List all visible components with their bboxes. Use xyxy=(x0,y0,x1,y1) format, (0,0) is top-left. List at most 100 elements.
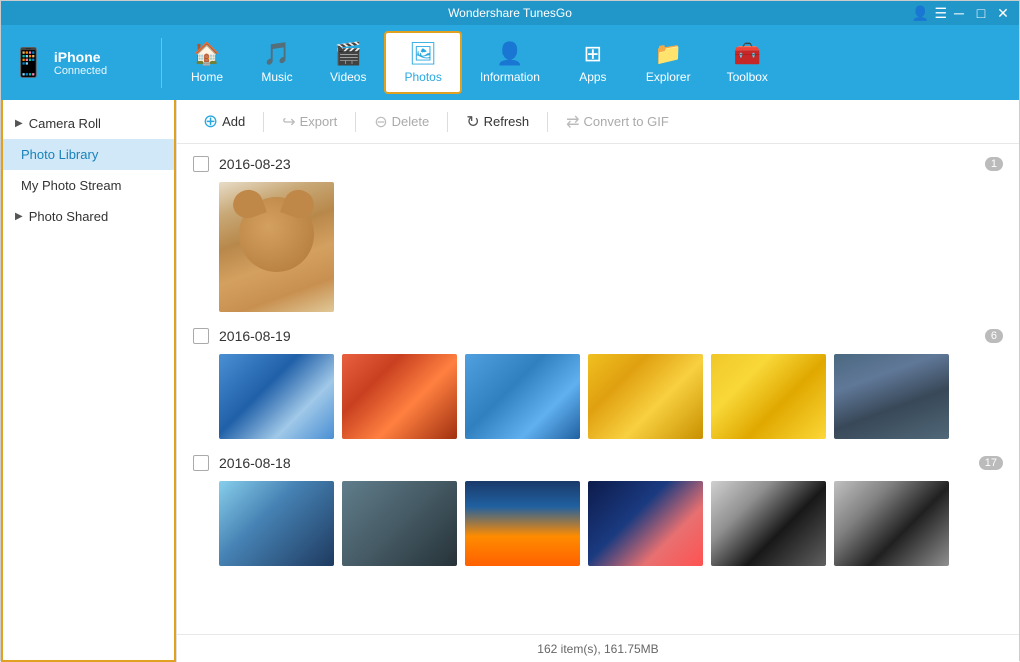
maximize-button[interactable]: □ xyxy=(973,5,989,21)
nav-label-photos: Photos xyxy=(404,70,441,84)
main-layout: ▶ Camera Roll Photo Library My Photo Str… xyxy=(1,100,1019,662)
nav-divider xyxy=(161,38,162,88)
delete-icon: ⊖ xyxy=(374,112,387,132)
status-text: 162 item(s), 161.75MB xyxy=(537,642,658,656)
photo-thumb[interactable] xyxy=(588,481,703,566)
sidebar-label-camera-roll: Camera Roll xyxy=(29,116,101,131)
toolbar: ⊕ Add ↪ Export ⊖ Delete ↻ Refresh ⇄ Conv… xyxy=(177,100,1019,144)
minimize-button[interactable]: ─ xyxy=(951,5,967,21)
photo-thumb[interactable] xyxy=(465,354,580,439)
date-header-2: 2016-08-19 6 xyxy=(193,328,1003,344)
add-icon: ⊕ xyxy=(203,111,218,132)
nav-item-photos[interactable]: 🖼 Photos xyxy=(384,31,461,94)
sidebar-label-my-photo-stream: My Photo Stream xyxy=(21,178,121,193)
export-icon: ↪ xyxy=(282,112,295,132)
date-group-2016-08-19: 2016-08-19 6 xyxy=(193,328,1003,439)
nav-items: 🏠 Home 🎵 Music 🎬 Videos 🖼 Photos 👤 Infor… xyxy=(172,31,1009,94)
refresh-label: Refresh xyxy=(484,114,530,129)
arrow-icon: ▶ xyxy=(15,118,23,129)
apps-icon: ⊞ xyxy=(584,41,602,67)
photos-icon: 🖼 xyxy=(409,41,437,67)
title-bar: Wondershare TunesGo 👤 ☰ ─ □ ✕ xyxy=(1,1,1019,25)
date-checkbox-3[interactable] xyxy=(193,455,209,471)
date-checkbox-1[interactable] xyxy=(193,156,209,172)
photo-grid-1 xyxy=(219,182,1003,312)
photo-thumb[interactable] xyxy=(342,481,457,566)
sidebar-label-photo-library: Photo Library xyxy=(21,147,98,162)
export-label: Export xyxy=(300,114,338,129)
photo-thumb[interactable] xyxy=(219,182,334,312)
photo-grid-2 xyxy=(219,354,1003,439)
device-icon: 📱 xyxy=(11,46,46,79)
nav-item-apps[interactable]: ⊞ Apps xyxy=(558,31,628,94)
add-button[interactable]: ⊕ Add xyxy=(193,106,255,137)
photo-thumb[interactable] xyxy=(465,481,580,566)
nav-item-toolbox[interactable]: 🧰 Toolbox xyxy=(709,31,786,94)
date-count-1: 1 xyxy=(985,157,1003,171)
nav-label-home: Home xyxy=(191,70,223,84)
nav-label-information: Information xyxy=(480,70,540,84)
content-area: ⊕ Add ↪ Export ⊖ Delete ↻ Refresh ⇄ Conv… xyxy=(176,100,1019,662)
date-header-3: 2016-08-18 17 xyxy=(193,455,1003,471)
photo-thumb[interactable] xyxy=(834,481,949,566)
device-name: iPhone xyxy=(54,49,107,65)
nav-item-explorer[interactable]: 📁 Explorer xyxy=(628,31,709,94)
user-icon[interactable]: 👤 xyxy=(912,5,929,22)
close-button[interactable]: ✕ xyxy=(995,5,1011,22)
photo-thumb[interactable] xyxy=(711,481,826,566)
sidebar-item-photo-library[interactable]: Photo Library xyxy=(3,139,174,170)
status-bar: 162 item(s), 161.75MB xyxy=(177,634,1019,662)
delete-label: Delete xyxy=(392,114,430,129)
refresh-button[interactable]: ↻ Refresh xyxy=(456,107,539,137)
device-status: Connected xyxy=(54,65,107,77)
photo-thumb[interactable] xyxy=(342,354,457,439)
date-label-1: 2016-08-23 xyxy=(219,156,291,172)
refresh-icon: ↻ xyxy=(466,112,479,132)
nav-item-music[interactable]: 🎵 Music xyxy=(242,31,312,94)
photo-thumb[interactable] xyxy=(219,354,334,439)
sidebar-item-camera-roll[interactable]: ▶ Camera Roll xyxy=(3,108,174,139)
nav-item-videos[interactable]: 🎬 Videos xyxy=(312,31,384,94)
nav-item-information[interactable]: 👤 Information xyxy=(462,31,558,94)
nav-label-music: Music xyxy=(261,70,292,84)
toolbar-sep-2 xyxy=(355,112,356,132)
toolbox-icon: 🧰 xyxy=(734,41,761,67)
date-group-2016-08-18: 2016-08-18 17 xyxy=(193,455,1003,566)
app-title: Wondershare TunesGo xyxy=(448,6,572,20)
date-label-2: 2016-08-19 xyxy=(219,328,291,344)
photo-thumb[interactable] xyxy=(219,481,334,566)
convert-to-gif-button[interactable]: ⇄ Convert to GIF xyxy=(556,107,679,137)
nav-label-apps: Apps xyxy=(579,70,606,84)
gif-label: Convert to GIF xyxy=(584,114,669,129)
sidebar-item-my-photo-stream[interactable]: My Photo Stream xyxy=(3,170,174,201)
delete-button[interactable]: ⊖ Delete xyxy=(364,107,439,137)
add-label: Add xyxy=(222,114,245,129)
home-icon: 🏠 xyxy=(193,41,220,67)
sidebar: ▶ Camera Roll Photo Library My Photo Str… xyxy=(1,100,176,662)
photo-thumb[interactable] xyxy=(588,354,703,439)
nav-item-home[interactable]: 🏠 Home xyxy=(172,31,242,94)
export-button[interactable]: ↪ Export xyxy=(272,107,347,137)
date-count-2: 6 xyxy=(985,329,1003,343)
photo-grid-3 xyxy=(219,481,1003,566)
photo-thumb[interactable] xyxy=(711,354,826,439)
window-controls: ─ □ ✕ xyxy=(951,5,1011,22)
date-checkbox-2[interactable] xyxy=(193,328,209,344)
device-info: 📱 iPhone Connected xyxy=(11,46,141,79)
sidebar-label-photo-shared: Photo Shared xyxy=(29,209,109,224)
menu-icon[interactable]: ☰ xyxy=(934,5,947,22)
toolbar-sep-1 xyxy=(263,112,264,132)
toolbar-sep-4 xyxy=(547,112,548,132)
photo-thumb[interactable] xyxy=(834,354,949,439)
explorer-icon: 📁 xyxy=(655,41,682,67)
videos-icon: 🎬 xyxy=(335,41,362,67)
photos-scroll-area[interactable]: 2016-08-23 1 2016-08-19 xyxy=(177,144,1019,634)
date-count-3: 17 xyxy=(979,456,1003,470)
nav-label-explorer: Explorer xyxy=(646,70,691,84)
gif-icon: ⇄ xyxy=(566,112,579,132)
sidebar-item-photo-shared[interactable]: ▶ Photo Shared xyxy=(3,201,174,232)
arrow-icon-shared: ▶ xyxy=(15,211,23,222)
top-nav: 📱 iPhone Connected 🏠 Home 🎵 Music 🎬 Vide… xyxy=(1,25,1019,100)
music-icon: 🎵 xyxy=(263,41,290,67)
nav-label-videos: Videos xyxy=(330,70,366,84)
